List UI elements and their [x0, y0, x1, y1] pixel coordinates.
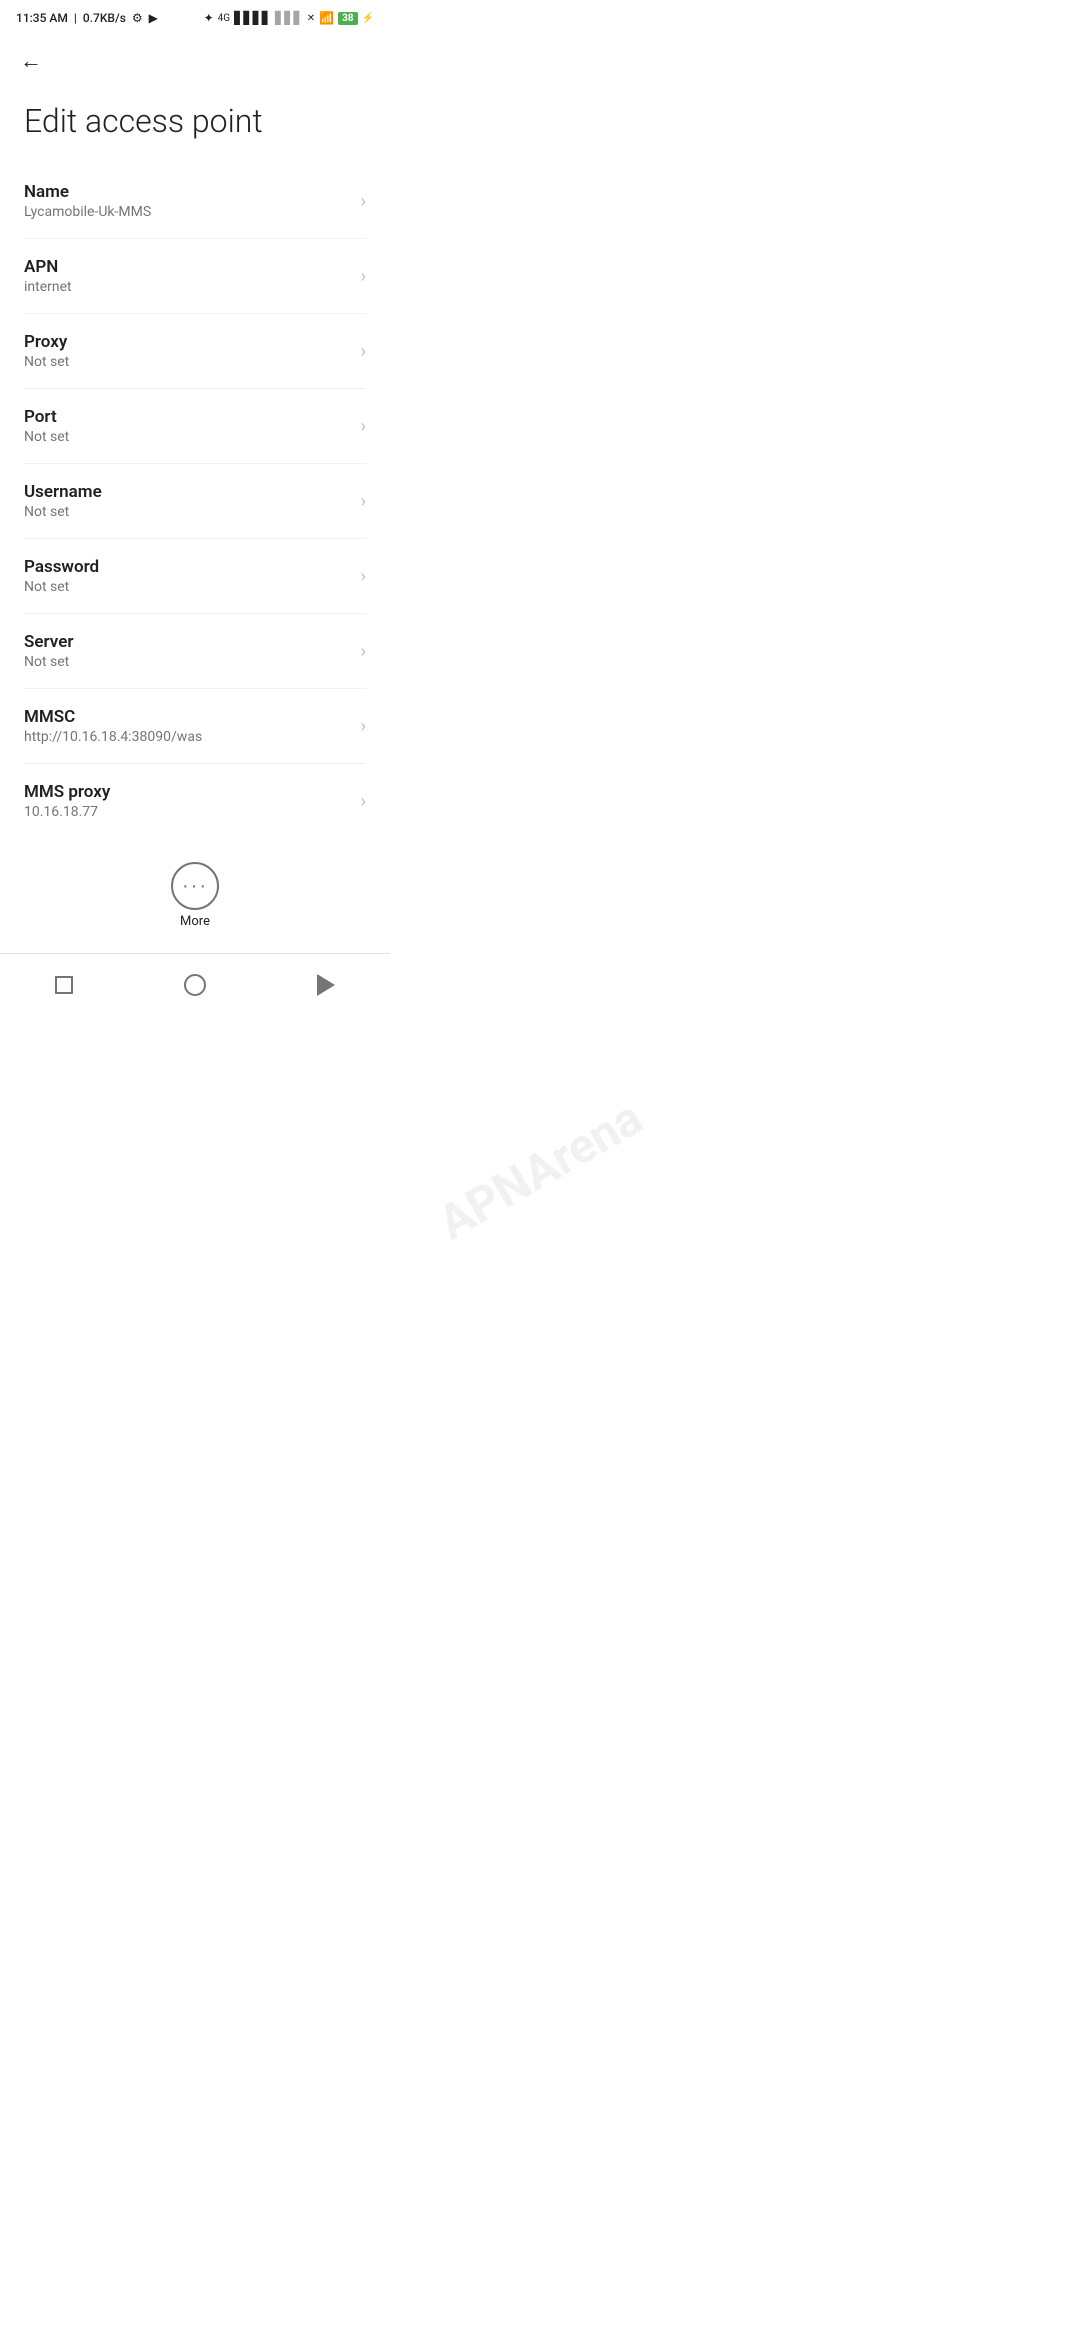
watermark: APNArena — [428, 1089, 652, 1251]
back-nav-icon — [317, 974, 335, 996]
item-label: Port — [24, 407, 353, 427]
back-arrow-icon: ← — [20, 48, 42, 74]
chevron-right-icon: › — [361, 416, 366, 437]
item-label: MMSC — [24, 707, 353, 727]
item-label: Proxy — [24, 332, 353, 352]
item-value: Not set — [24, 579, 353, 595]
back-button[interactable]: ← — [16, 44, 46, 78]
signal-x-icon: ✕ — [307, 13, 315, 24]
item-label: Password — [24, 557, 353, 577]
time: 11:35 AM — [16, 11, 68, 25]
settings-item-server[interactable]: Server Not set › — [24, 614, 366, 689]
chevron-right-icon: › — [361, 641, 366, 662]
settings-item-proxy[interactable]: Proxy Not set › — [24, 314, 366, 389]
item-content: Password Not set — [24, 557, 353, 595]
home-icon — [184, 974, 206, 996]
item-content: Username Not set — [24, 482, 353, 520]
bluetooth-icon: ✦ — [204, 11, 214, 25]
item-value: Not set — [24, 429, 353, 445]
item-content: Name Lycamobile-Uk-MMS — [24, 182, 353, 220]
item-content: Server Not set — [24, 632, 353, 670]
settings-item-apn[interactable]: APN internet › — [24, 239, 366, 314]
network-speed: 0.7KB/s — [83, 11, 126, 25]
chevron-right-icon: › — [361, 791, 366, 812]
status-left: 11:35 AM | 0.7KB/s ⚙ ▶ — [16, 11, 158, 25]
chevron-right-icon: › — [361, 341, 366, 362]
chevron-right-icon: › — [361, 716, 366, 737]
recents-icon — [55, 976, 73, 994]
battery-level: 38 — [338, 12, 357, 25]
settings-item-username[interactable]: Username Not set › — [24, 464, 366, 539]
chevron-right-icon: › — [361, 266, 366, 287]
chevron-right-icon: › — [361, 491, 366, 512]
settings-item-name[interactable]: Name Lycamobile-Uk-MMS › — [24, 164, 366, 239]
settings-item-port[interactable]: Port Not set › — [24, 389, 366, 464]
item-content: MMSC http://10.16.18.4:38090/was — [24, 707, 353, 745]
item-label: Server — [24, 632, 353, 652]
item-value: internet — [24, 279, 353, 295]
signal-4g-icon: 4G — [218, 13, 230, 24]
item-value: Lycamobile-Uk-MMS — [24, 204, 353, 220]
signal-bars2-icon: ▋▋▋ — [275, 11, 303, 25]
item-label: APN — [24, 257, 353, 277]
settings-icon: ⚙ — [132, 11, 143, 25]
wifi-icon: 📶 — [319, 11, 334, 25]
status-bar: 11:35 AM | 0.7KB/s ⚙ ▶ ✦ 4G ▋▋▋▋ ▋▋▋ ✕ 📶… — [0, 0, 390, 32]
item-label: Name — [24, 182, 353, 202]
item-value: http://10.16.18.4:38090/was — [24, 729, 353, 745]
home-button[interactable] — [176, 966, 214, 1004]
bottom-nav — [0, 953, 390, 1024]
status-right: ✦ 4G ▋▋▋▋ ▋▋▋ ✕ 📶 38 ⚡ — [204, 11, 374, 25]
signal-bars-icon: ▋▋▋▋ — [234, 11, 271, 25]
separator: | — [74, 11, 77, 25]
camera-icon: ▶ — [149, 11, 158, 25]
recents-button[interactable] — [47, 968, 81, 1002]
settings-list: Name Lycamobile-Uk-MMS › APN internet › Proxy N… — [0, 164, 390, 838]
top-bar: ← — [0, 32, 390, 86]
settings-item-mms-proxy[interactable]: MMS proxy 10.16.18.77 › — [24, 764, 366, 838]
settings-item-password[interactable]: Password Not set › — [24, 539, 366, 614]
more-button[interactable]: ··· — [171, 862, 219, 910]
chevron-right-icon: › — [361, 191, 366, 212]
back-nav-button[interactable] — [309, 966, 343, 1004]
item-content: Port Not set — [24, 407, 353, 445]
settings-item-mmsc[interactable]: MMSC http://10.16.18.4:38090/was › — [24, 689, 366, 764]
battery-bolt-icon: ⚡ — [362, 13, 374, 24]
item-content: APN internet — [24, 257, 353, 295]
item-label: Username — [24, 482, 353, 502]
more-label: More — [180, 914, 210, 929]
page-title: Edit access point — [0, 86, 390, 164]
chevron-right-icon: › — [361, 566, 366, 587]
more-section: ··· More — [0, 838, 390, 945]
item-value: Not set — [24, 654, 353, 670]
more-dots-icon: ··· — [182, 875, 208, 898]
item-content: Proxy Not set — [24, 332, 353, 370]
item-value: Not set — [24, 504, 353, 520]
item-value: Not set — [24, 354, 353, 370]
item-value: 10.16.18.77 — [24, 804, 353, 820]
item-content: MMS proxy 10.16.18.77 — [24, 782, 353, 820]
item-label: MMS proxy — [24, 782, 353, 802]
